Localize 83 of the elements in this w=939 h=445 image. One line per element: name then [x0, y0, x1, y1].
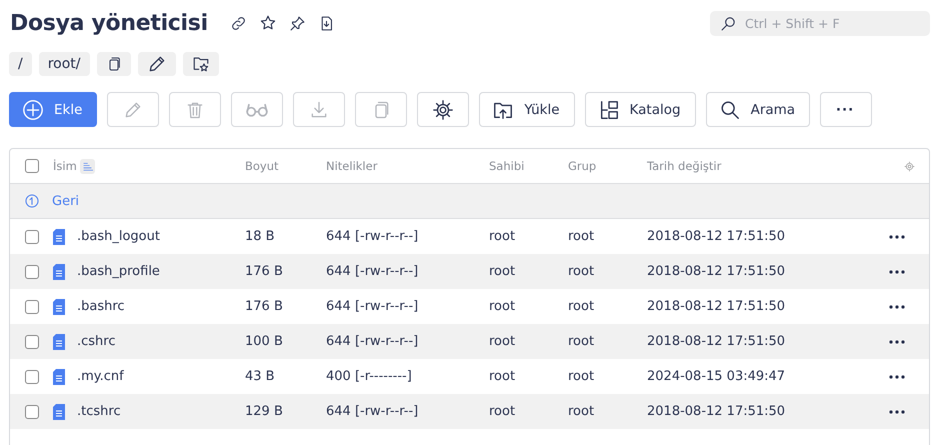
table-cell-text: root [489, 334, 516, 349]
table-cell-text: root [568, 299, 596, 314]
file-icon [53, 368, 65, 384]
file-name[interactable]: .tcshrc [77, 404, 121, 419]
table-cell-text: root [489, 299, 516, 314]
table-cell-text: 129 B [245, 404, 284, 419]
file-name[interactable]: .my.cnf [77, 369, 124, 384]
file-icon [53, 404, 65, 420]
add-button[interactable]: Ekle [9, 92, 98, 127]
pencil-icon [123, 100, 144, 120]
download-icon [309, 100, 330, 120]
page-title: Dosya yöneticisi [10, 10, 208, 36]
table-cell-text: root [568, 334, 596, 349]
more-icon[interactable] [889, 374, 905, 378]
table-cell-text: 644 [-rw-r--r--] [326, 229, 420, 244]
more-button[interactable]: ··· [820, 92, 872, 127]
column-header: Grup [568, 159, 598, 173]
row-checkbox[interactable] [25, 300, 39, 314]
search-icon [718, 98, 741, 120]
settings-button[interactable] [417, 92, 470, 127]
folder-star-icon [192, 55, 210, 73]
upload-button[interactable]: Yükle [479, 92, 575, 127]
file-icon [53, 298, 65, 314]
column-header: Sahibi [489, 159, 526, 173]
table-cell-text: 644 [-rw-r--r--] [326, 299, 420, 314]
row-checkbox[interactable] [25, 264, 39, 278]
row-checkbox[interactable] [25, 334, 39, 348]
table-cell-text: 2018-08-12 17:51:50 [647, 229, 786, 244]
file-icon [53, 228, 65, 244]
row-checkbox[interactable] [25, 230, 39, 244]
column-header: Boyut [245, 159, 280, 173]
table-cell-text: root [568, 404, 596, 419]
table-cell-text: 644 [-rw-r--r--] [326, 334, 420, 349]
file-icon [53, 334, 65, 350]
row-checkbox[interactable] [25, 370, 39, 384]
table-cell-text: 2024-08-15 03:49:47 [647, 369, 786, 384]
select-all-checkbox[interactable] [25, 159, 39, 173]
table-cell-text: root [568, 229, 596, 244]
table-cell-text: 2018-08-12 17:51:50 [647, 264, 786, 279]
plus-circle-icon [22, 98, 44, 120]
table-cell-text: root [489, 404, 516, 419]
column-header: Nitelikler [326, 159, 378, 173]
more-icon[interactable] [889, 410, 905, 414]
edit-button[interactable] [138, 52, 176, 76]
more-icon[interactable] [889, 270, 905, 274]
table-cell-text: 100 B [245, 334, 284, 349]
table-cell-text: 2018-08-12 17:51:50 [647, 334, 786, 349]
file-icon [53, 264, 65, 280]
back-icon [24, 193, 40, 209]
more-icon[interactable] [889, 234, 905, 238]
copy-button[interactable] [96, 52, 131, 76]
table-cell-text: root [489, 369, 516, 384]
table-cell-text: 2018-08-12 17:51:50 [647, 299, 786, 314]
more-icon[interactable] [889, 340, 905, 344]
catalog-button[interactable]: Katalog [584, 92, 696, 127]
table-cell-text: root [568, 369, 596, 384]
pencil-icon [146, 54, 167, 74]
table-cell-text: 176 B [245, 299, 284, 314]
table-cell-text: 644 [-rw-r--r--] [326, 264, 420, 279]
search-button[interactable]: Arama [706, 92, 810, 127]
favorite-button[interactable] [182, 52, 219, 76]
table-cell-text: root [568, 264, 596, 279]
file-name[interactable]: .bash_profile [77, 264, 160, 279]
column-header: İsim [53, 159, 77, 173]
breadcrumb-item[interactable]: root/ [38, 52, 90, 76]
column-header: Tarih değiştir [647, 159, 722, 173]
table-cell-text: 2018-08-12 17:51:50 [647, 404, 786, 419]
table-cell-text: root [489, 229, 516, 244]
table-cell-text: 18 B [245, 229, 276, 244]
table-cell-text: 43 B [245, 369, 276, 384]
file-name[interactable]: .bashrc [77, 299, 125, 314]
breadcrumb-item[interactable]: / [9, 52, 32, 76]
search-field[interactable]: Ctrl + Shift + F [710, 10, 930, 36]
more-icon[interactable] [889, 304, 905, 308]
sort-icon [82, 160, 93, 172]
row-checkbox[interactable] [25, 404, 39, 418]
file-name[interactable]: .cshrc [77, 334, 116, 349]
sort-button[interactable] [80, 158, 95, 174]
table-cell-text: 644 [-rw-r--r--] [326, 404, 420, 419]
table-cell-text: 176 B [245, 264, 284, 279]
table-cell-text: root [489, 264, 516, 279]
file-name[interactable]: .bash_logout [77, 229, 160, 244]
table-cell-text: 400 [-r--------] [326, 369, 413, 384]
